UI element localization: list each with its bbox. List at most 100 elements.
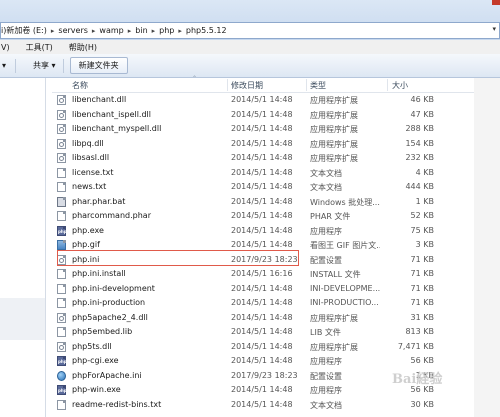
file-row[interactable]: php php-cgi.exe 2014/5/1 14:48 应用程序 56 KB <box>52 354 500 369</box>
file-row[interactable]: php5ts.dll 2014/5/1 14:48 应用程序扩展 7,471 KB <box>52 340 500 355</box>
text-file-icon <box>57 182 66 192</box>
file-type: Windows 批处理... <box>310 197 380 207</box>
menu-help[interactable]: 帮助(H) <box>69 42 97 53</box>
file-type: 文本文档 <box>310 400 342 410</box>
file-date: 2014/5/1 14:48 <box>231 138 293 148</box>
breadcrumb-item[interactable]: bin <box>135 26 147 35</box>
file-size: 7,471 KB <box>397 341 434 351</box>
menu-tools[interactable]: 工具(T) <box>26 42 53 53</box>
file-type: INI-DEVELOPME... <box>310 283 380 293</box>
file-size: 444 KB <box>405 182 434 191</box>
file-date: 2014/5/1 14:48 <box>231 225 293 235</box>
file-row[interactable]: php.gif 2014/5/1 14:48 看图王 GIF 图片文... 3 KB <box>52 238 500 253</box>
toolbar-separator <box>15 58 17 73</box>
file-name: phar.phar.bat <box>72 196 126 206</box>
text-file-icon <box>57 211 66 221</box>
new-folder-button[interactable]: 新建文件夹 <box>69 57 128 74</box>
file-name: libpq.dll <box>72 138 104 148</box>
column-divider[interactable] <box>227 79 228 91</box>
breadcrumb-item[interactable]: wamp <box>99 26 123 35</box>
breadcrumb-arrow-icon[interactable]: ▸ <box>51 27 55 35</box>
file-name: libenchant_ispell.dll <box>72 109 151 119</box>
scrollbar[interactable] <box>474 78 500 417</box>
file-date: 2014/5/1 14:48 <box>231 356 293 365</box>
file-list: libenchant.dll 2014/5/1 14:48 应用程序扩展 46 KB l… <box>52 93 500 412</box>
file-date: 2014/5/1 14:48 <box>231 196 293 206</box>
php-file-icon: php <box>57 225 67 236</box>
column-date[interactable]: 修改日期 <box>231 80 263 91</box>
file-name: php.ini <box>72 254 100 264</box>
file-size: 30 KB <box>410 399 434 409</box>
address-bar-area: i) 新加卷 (E:) ▸ servers ▸ wamp ▸ bin ▸ php ▸ php5.5.… <box>0 0 500 41</box>
address-dropdown-icon[interactable]: ▾ <box>492 25 496 33</box>
file-type: LIB 文件 <box>310 328 341 337</box>
file-name: php5apache2_4.dll <box>72 312 148 322</box>
globe-file-icon <box>57 370 66 381</box>
navigation-pane[interactable] <box>0 78 46 417</box>
file-row[interactable]: libpq.dll 2014/5/1 14:48 应用程序扩展 154 KB <box>52 137 500 152</box>
file-row[interactable]: libenchant.dll 2014/5/1 14:48 应用程序扩展 46 KB <box>52 93 500 108</box>
file-type: 看图王 GIF 图片文... <box>310 241 380 250</box>
file-row[interactable]: phar.phar.bat 2014/5/1 14:48 Windows 批处理..… <box>52 195 500 210</box>
file-row[interactable]: php.ini 2017/9/23 18:23 配置设置 71 KB <box>52 253 500 268</box>
file-row[interactable]: libsasl.dll 2014/5/1 14:48 应用程序扩展 232 KB <box>52 151 500 166</box>
share-button[interactable]: 共享 ▾ <box>28 58 61 73</box>
file-size: 75 KB <box>410 225 434 235</box>
address-bar[interactable]: i) 新加卷 (E:) ▸ servers ▸ wamp ▸ bin ▸ php ▸ php5.5.… <box>0 22 500 39</box>
column-divider[interactable] <box>306 79 307 91</box>
breadcrumb-item[interactable]: 新加卷 (E:) <box>6 25 47 36</box>
breadcrumb: 新加卷 (E:) ▸ servers ▸ wamp ▸ bin ▸ php ▸ php5.5.12 <box>6 25 226 36</box>
file-type: 应用程序扩展 <box>310 110 358 120</box>
file-size: 71 KB <box>410 254 434 264</box>
text-file-icon <box>57 298 66 308</box>
file-row[interactable]: php.ini.install 2014/5/1 16:16 INSTALL 文件 7… <box>52 267 500 282</box>
column-type[interactable]: 类型 <box>310 80 326 91</box>
file-size: 52 KB <box>410 211 434 220</box>
gear-file-icon <box>57 109 66 120</box>
file-name: php.exe <box>72 225 104 235</box>
nav-selection-band <box>0 298 45 340</box>
file-name: phpForApache.ini <box>72 370 142 380</box>
file-type: 应用程序扩展 <box>310 96 358 105</box>
menu-view[interactable]: V) <box>1 43 10 52</box>
file-name: php5ts.dll <box>72 341 112 351</box>
toolbar: ▾ 共享 ▾ 新建文件夹 <box>0 54 500 78</box>
file-date: 2014/5/1 14:48 <box>231 283 293 293</box>
column-size[interactable]: 大小 <box>392 80 408 91</box>
file-row[interactable]: pharcommand.phar 2014/5/1 14:48 PHAR 文件 52 … <box>52 209 500 224</box>
gear-file-icon <box>57 254 66 265</box>
file-row[interactable]: php.ini-development 2014/5/1 14:48 INI-DEV… <box>52 282 500 297</box>
breadcrumb-item[interactable]: php <box>159 26 174 35</box>
organize-dropdown-icon[interactable]: ▾ <box>0 59 11 72</box>
file-size: 4 KB <box>415 167 434 177</box>
file-row[interactable]: libenchant_myspell.dll 2014/5/1 14:48 应用程序… <box>52 122 500 137</box>
column-divider[interactable] <box>387 79 388 91</box>
breadcrumb-arrow-icon[interactable]: ▸ <box>128 27 132 35</box>
file-date: 2014/5/1 14:48 <box>231 182 293 191</box>
file-row[interactable]: php php.exe 2014/5/1 14:48 应用程序 75 KB <box>52 224 500 239</box>
breadcrumb-arrow-icon[interactable]: ▸ <box>152 27 156 35</box>
file-size: 47 KB <box>410 109 434 119</box>
file-row[interactable]: php.ini-production 2014/5/1 14:48 INI-PROD… <box>52 296 500 311</box>
file-name: libenchant.dll <box>72 95 127 104</box>
column-name[interactable]: 名称 <box>72 80 88 91</box>
gear-file-icon <box>57 153 66 163</box>
file-row[interactable]: libenchant_ispell.dll 2014/5/1 14:48 应用程序扩… <box>52 108 500 123</box>
file-row[interactable]: news.txt 2014/5/1 14:48 文本文档 444 KB <box>52 180 500 195</box>
text-file-icon <box>57 269 66 279</box>
column-header: ⌃ 名称 修改日期 类型 大小 <box>52 75 500 93</box>
breadcrumb-item[interactable]: servers <box>58 26 88 35</box>
file-row[interactable]: php5apache2_4.dll 2014/5/1 14:48 应用程序扩展 31 … <box>52 311 500 326</box>
file-row[interactable]: readme-redist-bins.txt 2014/5/1 14:48 文本文档… <box>52 398 500 413</box>
file-date: 2014/5/1 14:48 <box>231 95 293 104</box>
file-type: 应用程序 <box>310 386 342 395</box>
file-type: 应用程序扩展 <box>310 342 358 352</box>
breadcrumb-arrow-icon[interactable]: ▸ <box>178 27 182 35</box>
file-date: 2017/9/23 18:23 <box>231 254 298 264</box>
file-row[interactable]: php5embed.lib 2014/5/1 14:48 LIB 文件 813 KB <box>52 325 500 340</box>
file-date: 2014/5/1 14:48 <box>231 298 293 307</box>
breadcrumb-arrow-icon[interactable]: ▸ <box>92 27 96 35</box>
file-row[interactable]: license.txt 2014/5/1 14:48 文本文档 4 KB <box>52 166 500 181</box>
file-type: 应用程序扩展 <box>310 139 358 149</box>
breadcrumb-item[interactable]: php5.5.12 <box>186 26 227 35</box>
